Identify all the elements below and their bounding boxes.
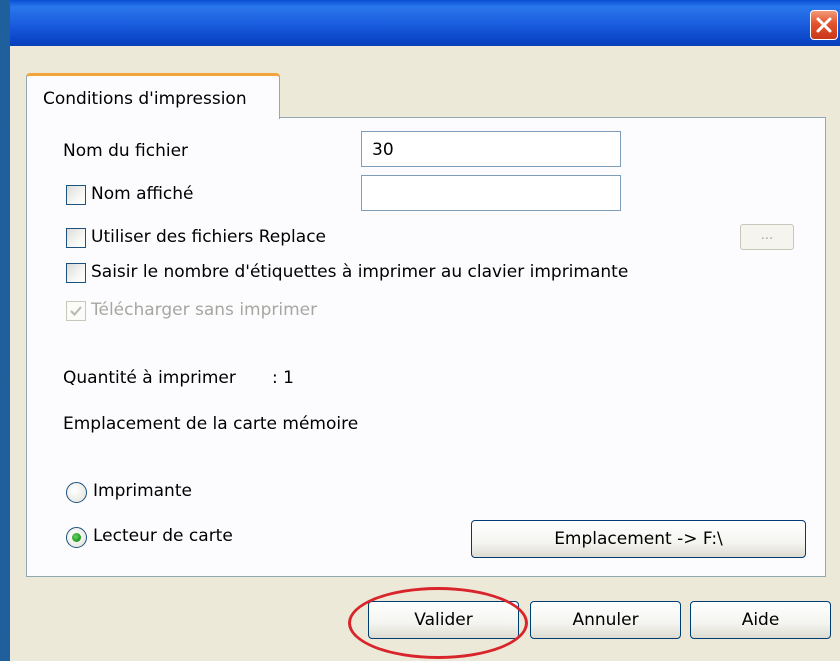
display-name-input[interactable] xyxy=(361,175,621,211)
use-replace-label: Utiliser des fichiers Replace xyxy=(91,227,327,247)
radio-card-reader[interactable] xyxy=(66,527,87,548)
enter-count-label: Saisir le nombre d'étiquettes à imprimer… xyxy=(91,262,629,282)
cancel-button[interactable]: Annuler xyxy=(530,601,681,639)
enter-count-checkbox[interactable] xyxy=(66,263,86,283)
memory-location-label: Emplacement de la carte mémoire xyxy=(63,414,359,434)
ok-button[interactable]: Valider xyxy=(368,601,519,639)
location-button[interactable]: Emplacement -> F:\ xyxy=(471,520,806,558)
checkmark-icon xyxy=(70,306,82,316)
radio-card-reader-label: Lecteur de carte xyxy=(93,526,233,546)
quantity-label: Quantité à imprimer xyxy=(63,368,236,388)
browse-button[interactable]: ... xyxy=(740,224,794,250)
use-replace-checkbox[interactable] xyxy=(66,228,86,248)
file-name-input[interactable]: 30 xyxy=(361,131,621,167)
close-icon xyxy=(816,17,832,33)
file-name-label: Nom du fichier xyxy=(63,141,189,161)
download-only-checkbox[interactable] xyxy=(66,301,86,321)
title-bar xyxy=(10,0,840,46)
download-only-label: Télécharger sans imprimer xyxy=(91,300,318,320)
tab-print-conditions[interactable]: Conditions d'impression xyxy=(26,73,280,119)
radio-selected-dot xyxy=(72,533,81,542)
radio-printer[interactable] xyxy=(66,482,87,503)
quantity-value: : 1 xyxy=(272,368,294,388)
display-name-label: Nom affiché xyxy=(91,184,194,204)
display-name-checkbox[interactable] xyxy=(66,185,86,205)
radio-printer-label: Imprimante xyxy=(93,481,192,501)
close-button[interactable] xyxy=(810,10,838,40)
help-button[interactable]: Aide xyxy=(690,601,831,639)
tab-label: Conditions d'impression xyxy=(43,89,247,109)
